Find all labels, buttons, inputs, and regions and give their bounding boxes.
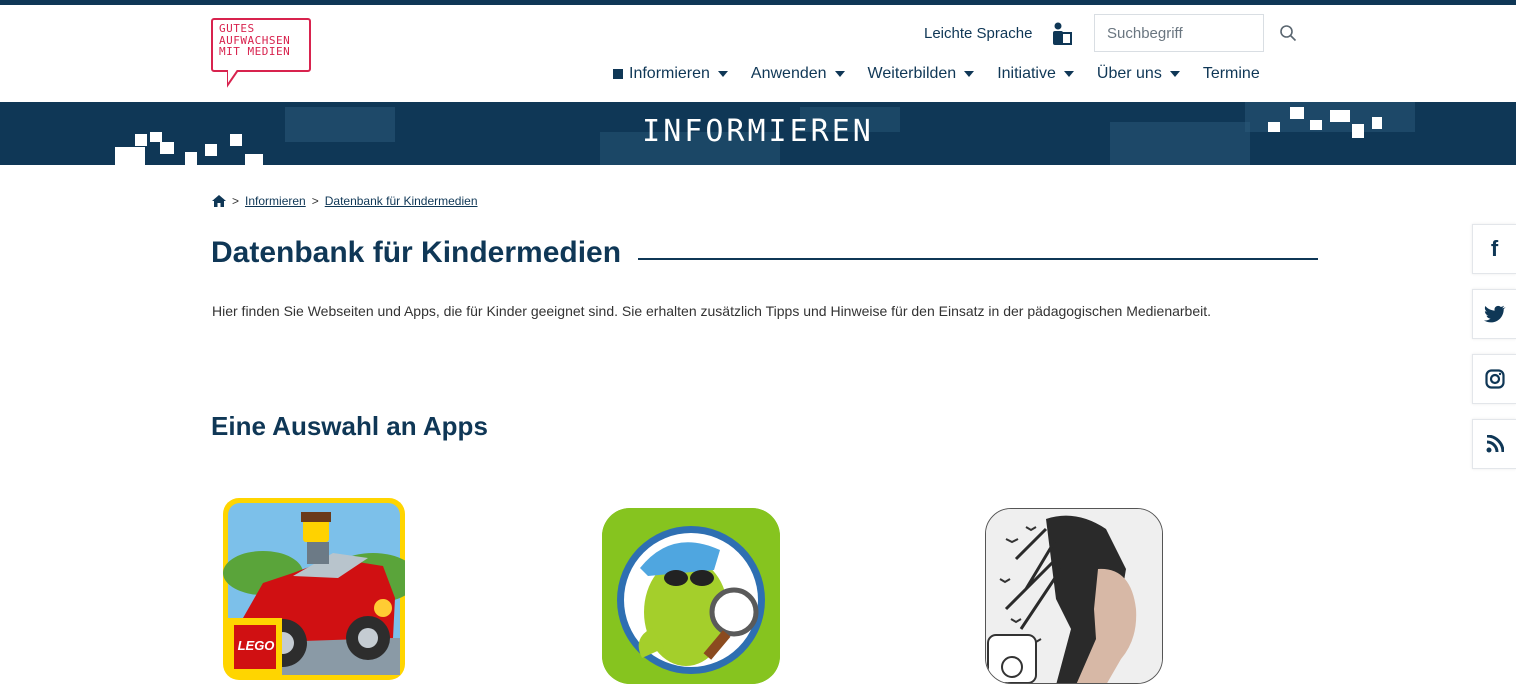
rss-button[interactable]	[1472, 419, 1516, 469]
top-accent-bar	[0, 0, 1516, 5]
section-banner: INFORMIEREN	[0, 102, 1516, 165]
logo-speech-tail	[227, 70, 239, 88]
leichte-sprache-link[interactable]: Leichte Sprache	[924, 14, 1032, 52]
app-tile-portrait[interactable]	[985, 508, 1163, 684]
rss-icon	[1486, 435, 1504, 453]
title-divider	[638, 258, 1318, 260]
pixel-decoration	[245, 154, 263, 165]
easy-read-icon[interactable]	[1050, 22, 1072, 46]
detective-mascot-app-icon	[602, 508, 780, 684]
search-icon	[1280, 25, 1297, 42]
nav-label: Informieren	[629, 65, 710, 82]
facebook-button[interactable]: f	[1472, 224, 1516, 274]
section-title: Eine Auswahl an Apps	[211, 411, 488, 441]
twitter-button[interactable]	[1472, 289, 1516, 339]
caret-down-icon	[717, 71, 728, 77]
nav-label: Initiative	[997, 65, 1056, 82]
breadcrumb: > Informieren > Datenbank für Kindermedi…	[212, 194, 478, 208]
home-icon[interactable]	[212, 195, 226, 207]
nav-label: Termine	[1202, 65, 1260, 82]
active-indicator-icon	[613, 69, 623, 79]
breadcrumb-link-datenbank[interactable]: Datenbank für Kindermedien	[325, 194, 478, 208]
search-input[interactable]	[1094, 14, 1264, 52]
app-tile-detective[interactable]	[602, 508, 780, 684]
instagram-icon	[1484, 369, 1505, 389]
breadcrumb-separator: >	[232, 194, 240, 208]
pixel-decoration	[115, 147, 145, 165]
breadcrumb-separator: >	[311, 194, 319, 208]
lego-badge-text: LEGO	[237, 638, 275, 653]
nav-label: Über uns	[1096, 65, 1162, 82]
logo-text: GUTES AUFWACHSEN MIT MEDIEN	[219, 22, 291, 58]
nav-label: Weiterbilden	[867, 65, 957, 82]
nav-item-termine[interactable]: Termine	[1203, 65, 1260, 83]
caret-down-icon	[964, 71, 975, 77]
nav-item-informieren[interactable]: Informieren	[613, 65, 728, 83]
breadcrumb-link-informieren[interactable]: Informieren	[245, 194, 306, 208]
nav-item-weiterbilden[interactable]: Weiterbilden	[868, 65, 975, 83]
main-nav: Informieren Anwenden Weiterbilden Initia…	[613, 65, 1283, 83]
nav-item-anwenden[interactable]: Anwenden	[751, 65, 845, 83]
nav-item-initiative[interactable]: Initiative	[997, 65, 1074, 83]
portrait-birds-app-icon	[986, 509, 1162, 683]
logo-frame: GUTES AUFWACHSEN MIT MEDIEN	[211, 18, 311, 72]
twitter-icon	[1483, 305, 1506, 323]
pixel-decoration	[185, 152, 197, 165]
caret-down-icon	[1063, 71, 1074, 77]
nav-item-ueber-uns[interactable]: Über uns	[1097, 65, 1180, 83]
instagram-button[interactable]	[1472, 354, 1516, 404]
caret-down-icon	[834, 71, 845, 77]
intro-text: Hier finden Sie Webseiten und Apps, die …	[212, 303, 1212, 319]
caret-down-icon	[1169, 71, 1180, 77]
banner-title: INFORMIEREN	[642, 114, 874, 149]
facebook-icon: f	[1490, 236, 1499, 261]
nav-label: Anwenden	[750, 65, 827, 82]
search-button[interactable]	[1264, 14, 1312, 52]
app-tile-lego[interactable]: LEGO	[223, 498, 405, 680]
site-logo[interactable]: GUTES AUFWACHSEN MIT MEDIEN	[211, 18, 315, 88]
page-title: Datenbank für Kindermedien	[211, 236, 622, 269]
